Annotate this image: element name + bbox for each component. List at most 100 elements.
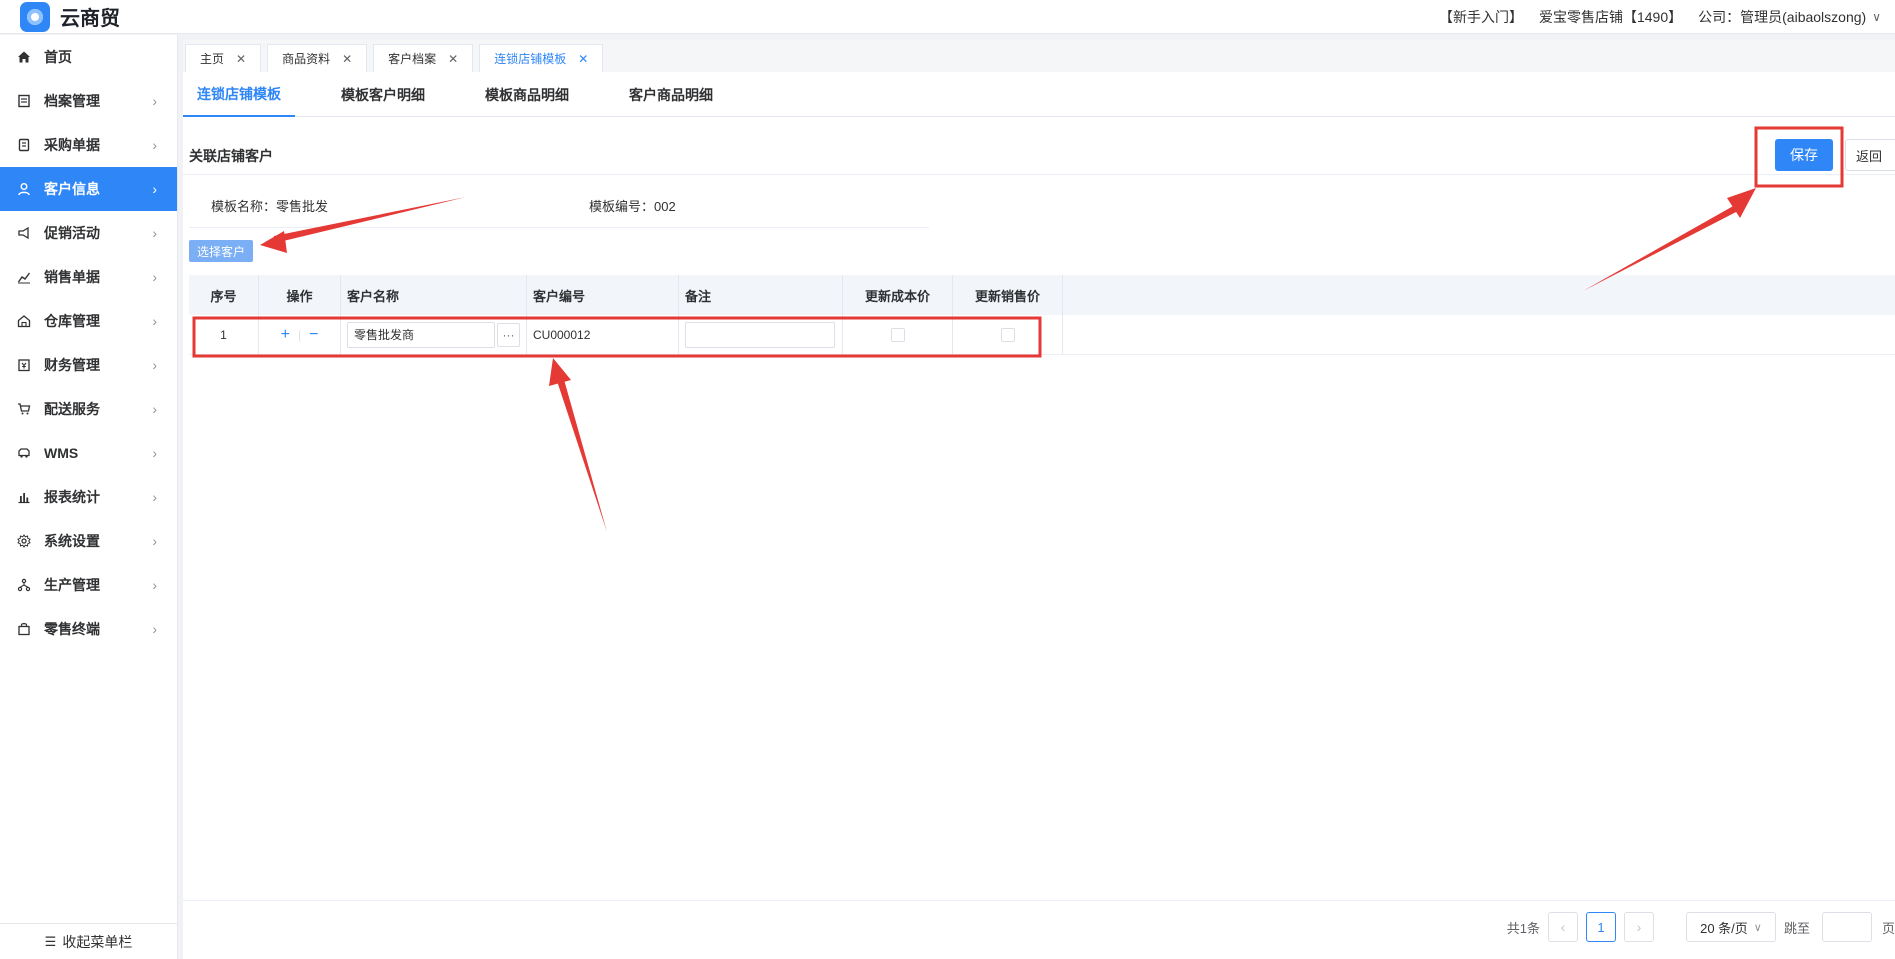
page-tab-label: 连锁店铺模板 [494,52,567,66]
sidebar-item-warehouse[interactable]: 仓库管理 › [0,299,177,343]
pagination: 共1条 ‹ 1 › 20 条/页 ∨ 跳至 页 [1507,912,1895,942]
section-title: 关联店铺客户 [189,147,273,164]
sidebar: 首页 档案管理 › 采购单据 › 客户信息 › 促销活动 › 销售单据 › 仓库… [0,35,178,959]
save-button[interactable]: 保存 [1775,139,1833,171]
guide-link[interactable]: 【新手入门】 [1439,7,1523,27]
page-number[interactable]: 1 [1585,912,1616,942]
chevron-right-icon: › [152,577,157,593]
chevron-right-icon: › [152,401,157,417]
sidebar-item-archive[interactable]: 档案管理 › [0,79,177,123]
sidebar-item-label: 采购单据 [44,137,100,153]
header-right: 【新手入门】 爱宝零售店铺【1490】 公司：管理员(aibaolszong) … [1423,7,1895,27]
sidebar-item-settings[interactable]: 系统设置 › [0,519,177,563]
section-header: 关联店铺客户 保存 返回 [183,137,1895,175]
column-header: 客户名称 [341,275,527,315]
chevron-down-icon[interactable]: ∨ [1872,10,1881,24]
page-size-select[interactable]: 20 条/页 ∨ [1685,912,1776,942]
chevron-right-icon: › [152,269,157,285]
update-cost-checkbox[interactable] [890,327,905,342]
collapse-menu-button[interactable]: ☰ 收起菜单栏 [0,923,177,959]
next-page-icon[interactable]: › [1623,912,1654,942]
column-header: 备注 [679,275,843,315]
chevron-down-icon: ∨ [1753,921,1762,934]
more-icon[interactable]: ··· [497,322,520,347]
jump-label: 跳至 [1783,920,1810,936]
page-tab-label: 商品资料 [282,52,331,66]
close-icon[interactable]: ✕ [342,52,352,66]
sidebar-item-label: 配送服务 [44,401,100,417]
table-header: 序号 操作 客户名称 客户编号 备注 更新成本价 更新销售价 [189,275,1895,315]
page-tab-chain-template[interactable]: 连锁店铺模板 ✕ [479,44,604,72]
sidebar-item-home[interactable]: 首页 [0,35,177,79]
column-header: 序号 [189,275,259,315]
sidebar-item-customer-info[interactable]: 客户信息 › [0,167,177,211]
chevron-right-icon: › [152,225,157,241]
network-icon [16,577,32,593]
sidebar-item-retail[interactable]: 零售终端 › [0,607,177,651]
sidebar-item-promotion[interactable]: 促销活动 › [0,211,177,255]
customer-name-input[interactable] [347,321,495,348]
megaphone-icon [16,225,32,241]
main-content: 主页 ✕ 商品资料 ✕ 客户档案 ✕ 连锁店铺模板 ✕ 连锁店铺模板 模板客户明… [183,40,1895,959]
chevron-right-icon: › [152,93,157,109]
chart-line-icon [16,269,32,285]
sidebar-item-label: 客户信息 [44,181,100,197]
page-tab-home[interactable]: 主页 ✕ [185,44,262,72]
sidebar-item-label: 首页 [44,49,72,65]
account-menu[interactable]: 公司：管理员(aibaolszong) [1698,7,1866,27]
update-price-checkbox[interactable] [1000,327,1015,342]
sidebar-item-reports[interactable]: 报表统计 › [0,475,177,519]
back-button[interactable]: 返回 [1845,139,1895,171]
page-tab-customer-archive[interactable]: 客户档案 ✕ [373,44,474,72]
sub-tabs: 连锁店铺模板 模板客户明细 模板商品明细 客户商品明细 [183,72,1895,117]
pagination-bar: 共1条 ‹ 1 › 20 条/页 ∨ 跳至 页 [183,900,1895,959]
user-icon [16,181,32,197]
sidebar-item-label: 财务管理 [44,357,100,373]
template-info: 模板名称：零售批发 模板编号：002 [189,188,929,228]
tab-customer-product-detail[interactable]: 客户商品明细 [615,72,727,117]
close-icon[interactable]: ✕ [236,52,246,66]
sidebar-item-delivery[interactable]: 配送服务 › [0,387,177,431]
column-header: 更新成本价 [843,275,953,315]
chevron-right-icon: › [152,621,157,637]
app-name: 云商贸 [60,8,120,30]
page-size-value: 20 条/页 [1700,920,1748,936]
page-tab-label: 主页 [200,52,225,66]
template-name: 模板名称：零售批发 [211,199,329,214]
tab-chain-template[interactable]: 连锁店铺模板 [183,72,295,117]
column-header: 更新销售价 [953,275,1063,315]
sidebar-item-purchase[interactable]: 采购单据 › [0,123,177,167]
close-icon[interactable]: ✕ [448,52,458,66]
sidebar-item-wms[interactable]: WMS › [0,431,177,475]
close-icon[interactable]: ✕ [578,52,588,66]
prev-page-icon[interactable]: ‹ [1547,912,1578,942]
sidebar-item-production[interactable]: 生产管理 › [0,563,177,607]
truck-icon [16,445,32,461]
tab-template-customer-detail[interactable]: 模板客户明细 [327,72,439,117]
column-header: 操作 [259,275,341,315]
page-unit-label: 页 [1881,920,1895,936]
tab-template-product-detail[interactable]: 模板商品明细 [471,72,583,117]
customer-code: CU000012 [527,315,679,354]
row-index: 1 [189,315,259,354]
page-tab-product[interactable]: 商品资料 ✕ [267,44,368,72]
plus-icon[interactable]: + [281,326,290,344]
chevron-right-icon: › [152,181,157,197]
collapse-menu-label: 收起菜单栏 [62,933,133,950]
sidebar-item-label: 生产管理 [44,577,100,593]
sidebar-item-finance[interactable]: 财务管理 › [0,343,177,387]
purchase-icon [16,137,32,153]
minus-icon[interactable]: − [309,326,318,344]
sidebar-item-sales[interactable]: 销售单据 › [0,255,177,299]
sidebar-item-label: 促销活动 [44,225,100,241]
row-actions: + | − [259,315,341,354]
select-customer-button[interactable]: 选择客户 [189,240,254,262]
update-cost-cell [843,315,953,354]
jump-page-input[interactable] [1821,912,1872,942]
divider: | [297,327,302,342]
total-count: 共1条 [1506,920,1540,936]
note-input[interactable] [685,321,835,348]
chevron-right-icon: › [152,533,157,549]
sidebar-item-label: 档案管理 [44,93,100,109]
sidebar-item-label: WMS [44,445,79,461]
